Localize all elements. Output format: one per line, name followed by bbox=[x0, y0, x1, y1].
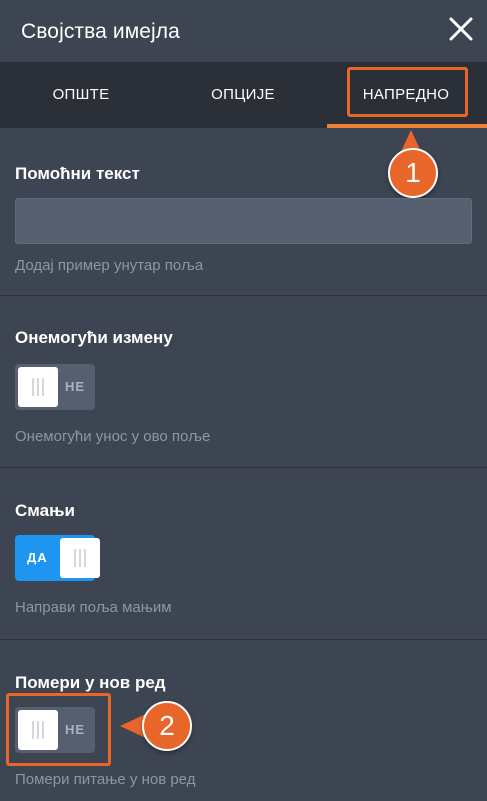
move-new-line-label: Помери у нов ред bbox=[15, 673, 166, 692]
move-new-line-toggle[interactable]: НЕ bbox=[15, 707, 95, 753]
toggle-state-label: НЕ bbox=[65, 722, 86, 737]
hint-text-input[interactable] bbox=[15, 198, 472, 244]
shrink-help: Направи поља мањим bbox=[15, 599, 172, 616]
tab-advanced[interactable]: НАПРЕДНО bbox=[325, 62, 487, 126]
hint-text-label: Помоћни текст bbox=[15, 164, 140, 183]
tab-bar: ОПШТЕ ОПЦИЈЕ НАПРЕДНО bbox=[0, 62, 487, 128]
disable-editing-toggle[interactable]: НЕ bbox=[15, 364, 95, 410]
shrink-toggle[interactable]: ДА bbox=[15, 535, 100, 581]
tab-general[interactable]: ОПШТЕ bbox=[0, 62, 162, 126]
toggle-knob bbox=[18, 367, 58, 407]
hint-text-help: Додај пример унутар поља bbox=[15, 257, 204, 274]
toggle-state-label: НЕ bbox=[65, 379, 86, 394]
dialog-header: Својства имејла bbox=[0, 0, 487, 62]
toggle-knob bbox=[18, 710, 58, 750]
disable-editing-help: Онемогући унос у ово поље bbox=[15, 428, 211, 445]
dialog-title: Својства имејла bbox=[21, 20, 180, 43]
move-new-line-help: Помери питање у нов ред bbox=[15, 771, 196, 788]
tab-options[interactable]: ОПЦИЈЕ bbox=[162, 62, 324, 126]
toggle-knob bbox=[60, 538, 100, 578]
callout-badge-2: 2 bbox=[142, 701, 192, 751]
close-icon[interactable] bbox=[446, 14, 476, 44]
disable-editing-label: Онемогући измену bbox=[15, 328, 173, 347]
shrink-label: Смањи bbox=[15, 501, 75, 520]
toggle-state-label: ДА bbox=[27, 550, 48, 565]
